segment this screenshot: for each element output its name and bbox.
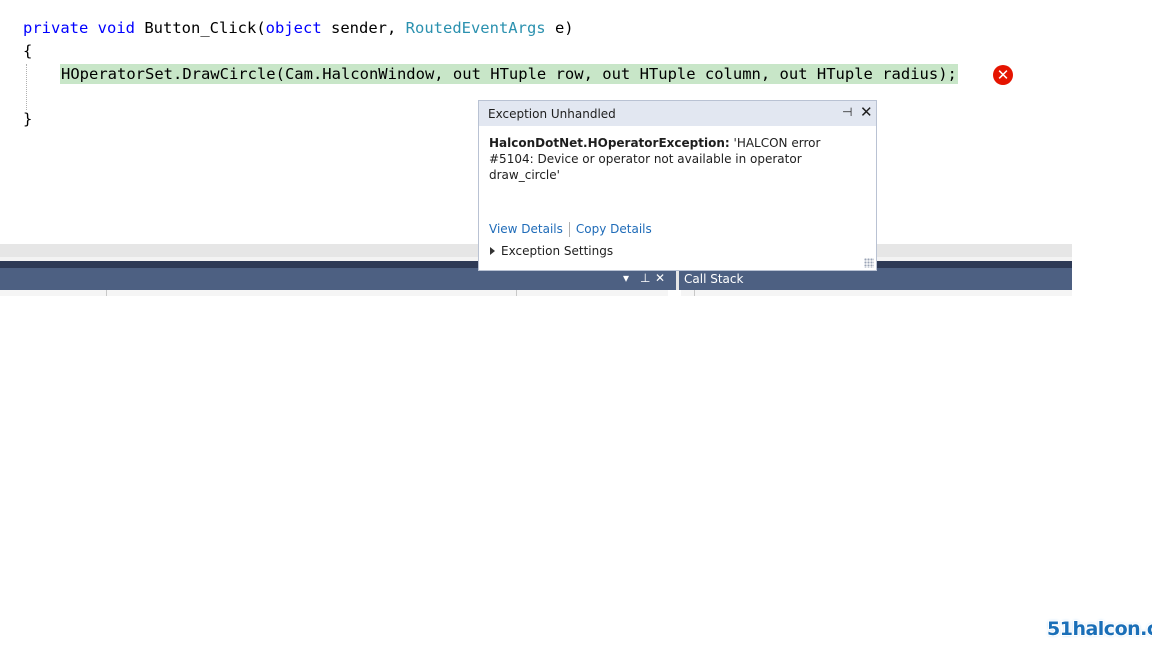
pin-icon[interactable]: ⊣	[842, 105, 852, 119]
error-circle-x-icon[interactable]: ✕	[993, 65, 1013, 85]
dropdown-icon[interactable]: ▾	[623, 271, 629, 285]
keyword-void: void	[97, 19, 135, 37]
pin-icon[interactable]: ⊥	[640, 271, 650, 285]
indent-guide	[26, 64, 27, 110]
column-divider[interactable]	[694, 290, 695, 296]
call-stack-title: Call Stack	[684, 272, 744, 286]
resize-grip-icon[interactable]	[864, 258, 874, 268]
code-line-open-brace[interactable]: {	[23, 40, 32, 62]
expand-triangle-icon	[490, 246, 495, 255]
link-separator	[568, 222, 570, 237]
locals-column-header	[0, 290, 668, 296]
code-line-method-signature[interactable]: private void Button_Click(object sender,…	[23, 17, 574, 39]
type-routed-event-args: RoutedEventArgs	[405, 19, 546, 37]
exception-settings-label: Exception Settings	[501, 244, 614, 258]
keyword-object: object	[265, 19, 322, 37]
exception-message: HalconDotNet.HOperatorException: 'HALCON…	[489, 135, 864, 183]
copy-details-link[interactable]: Copy Details	[576, 222, 652, 236]
column-divider[interactable]	[516, 290, 517, 296]
view-details-link[interactable]: View Details	[489, 222, 563, 236]
code-line-close-brace[interactable]: }	[23, 108, 32, 130]
exception-type: HalconDotNet.HOperatorException:	[489, 136, 730, 150]
exception-popup-header[interactable]: Exception Unhandled ⊣ ✕	[479, 101, 876, 126]
exception-links: View Details Copy Details	[489, 222, 652, 237]
column-divider[interactable]	[106, 290, 107, 296]
current-statement-highlight: HOperatorSet.DrawCircle(Cam.HalconWindow…	[60, 64, 958, 84]
param-sender: sender,	[321, 19, 406, 37]
call-stack-panel-header[interactable]: Call Stack	[679, 268, 1072, 290]
call-stack-column-header	[681, 290, 1072, 296]
exception-unhandled-popup: Exception Unhandled ⊣ ✕ HalconDotNet.HOp…	[478, 100, 877, 271]
exception-settings-expander[interactable]: Exception Settings	[490, 244, 613, 258]
method-name: Button_Click(	[135, 19, 266, 37]
locals-panel-header[interactable]: ▾ ⊥ ✕	[0, 268, 676, 290]
exception-popup-title: Exception Unhandled	[488, 107, 616, 121]
watermark-logo: 51halcon.com	[1047, 618, 1152, 640]
close-icon[interactable]: ✕	[860, 103, 873, 121]
code-line-draw-circle[interactable]: HOperatorSet.DrawCircle(Cam.HalconWindow…	[60, 63, 958, 85]
param-e: e)	[545, 19, 574, 37]
close-icon[interactable]: ✕	[655, 271, 665, 285]
keyword-private: private	[23, 19, 89, 37]
